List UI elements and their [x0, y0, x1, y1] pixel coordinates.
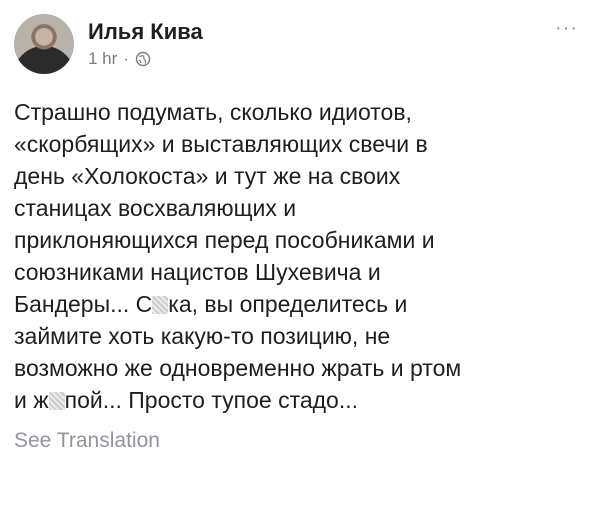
- facebook-post: Илья Кива 1 hr · ··· Страшно подумать, с…: [0, 0, 590, 520]
- post-line: «скорбящих» и выставляющих свечи в: [14, 131, 428, 157]
- post-line: станицах восхваляющих и: [14, 195, 297, 221]
- more-options-button[interactable]: ···: [555, 18, 578, 38]
- author-name[interactable]: Илья Кива: [88, 19, 203, 45]
- see-translation-link[interactable]: See Translation: [14, 428, 576, 454]
- post-line: займите хоть какую-то позицию, не: [14, 323, 391, 349]
- author-block: Илья Кива 1 hr ·: [88, 19, 203, 69]
- author-avatar[interactable]: [14, 14, 74, 74]
- censored-blur: [152, 296, 169, 314]
- post-line: Страшно подумать, сколько идиотов,: [14, 99, 412, 125]
- censored-blur: [48, 392, 65, 410]
- post-header: Илья Кива 1 hr ·: [14, 12, 576, 76]
- post-line-segment: и ж: [14, 387, 49, 413]
- post-timestamp[interactable]: 1 hr: [88, 49, 117, 69]
- post-line: союзниками нацистов Шухевича и: [14, 259, 381, 285]
- post-line: и ж пой... Просто тупое стадо...: [14, 384, 574, 416]
- post-line: приклоняющихся перед пособниками и: [14, 227, 435, 253]
- post-line-segment: пой... Просто тупое стадо...: [64, 387, 359, 413]
- meta-separator: ·: [123, 49, 129, 68]
- post-line: возможно же одновременно жрать и ртом: [14, 355, 462, 381]
- post-body: Страшно подумать, сколько идиотов, «скор…: [14, 96, 574, 416]
- post-line-segment: ка, вы определитесь и: [168, 291, 408, 317]
- post-meta: 1 hr ·: [88, 49, 203, 69]
- globe-icon[interactable]: [135, 51, 151, 67]
- post-line-segment: Бандеры... С: [14, 291, 153, 317]
- post-line: Бандеры... С ка, вы определитесь и: [14, 288, 574, 320]
- post-line: день «Холокоста» и тут же на своих: [14, 163, 401, 189]
